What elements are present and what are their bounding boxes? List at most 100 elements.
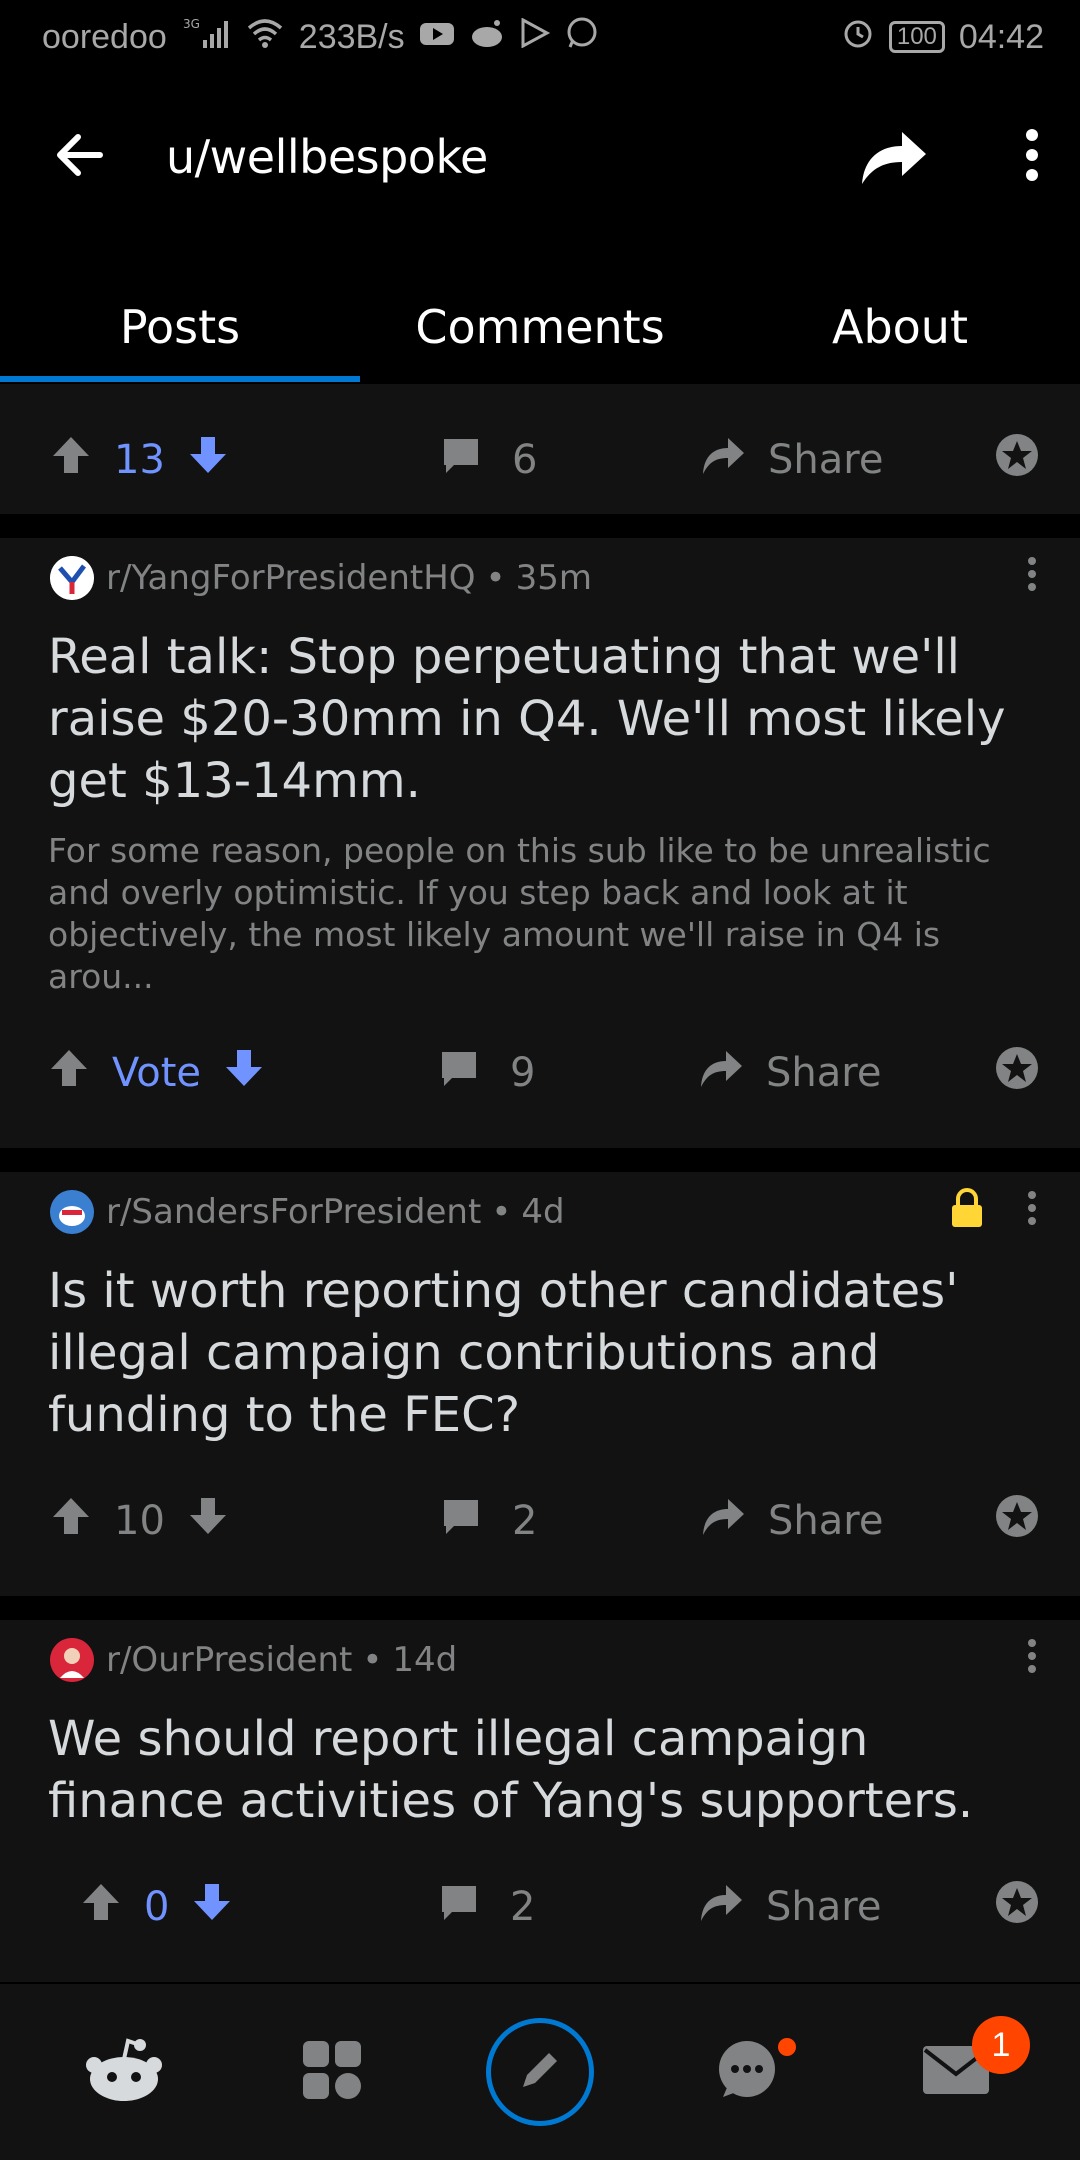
upvote-icon[interactable] — [48, 1047, 90, 1099]
post-actions: Vote 9 Share — [0, 998, 1080, 1148]
nav-create-post[interactable] — [470, 2002, 610, 2142]
carrier-label: ooredoo — [42, 17, 167, 56]
post-menu-icon[interactable] — [1026, 556, 1038, 601]
award-icon — [994, 1045, 1040, 1101]
comment-count: 9 — [510, 1050, 536, 1096]
create-post-button[interactable] — [486, 2018, 594, 2126]
share-profile-icon[interactable] — [858, 124, 928, 191]
post-age: 14d — [392, 1640, 458, 1680]
award-button[interactable] — [994, 1879, 1040, 1935]
play-store-icon — [519, 16, 551, 57]
comment-icon — [438, 1048, 480, 1098]
nav-home[interactable] — [54, 2002, 194, 2142]
nav-communities[interactable] — [262, 2002, 402, 2142]
comment-icon — [440, 435, 482, 485]
inbox-badge: 1 — [972, 2016, 1030, 2074]
comment-count: 2 — [510, 1884, 536, 1930]
award-button[interactable] — [994, 1493, 1040, 1549]
comments-button[interactable]: 2 — [440, 1496, 700, 1546]
post-divider — [0, 1148, 1080, 1172]
subreddit-avatar[interactable] — [50, 1190, 94, 1234]
clock: 04:42 — [958, 17, 1044, 56]
vote-group: 10 — [50, 1495, 440, 1547]
app-bar: u/wellbespoke — [0, 74, 1080, 240]
post-header: r/SandersForPresident • 4d — [0, 1172, 1080, 1252]
upvote-icon[interactable] — [50, 434, 92, 486]
post-card[interactable]: r/OurPresident • 14d We should report il… — [0, 1620, 1080, 1982]
award-icon — [994, 1493, 1040, 1549]
vote-count: 13 — [114, 437, 165, 483]
share-icon — [700, 1495, 746, 1547]
lock-icon — [950, 1187, 984, 1237]
reddit-notif-icon — [469, 18, 505, 57]
vote-count: 0 — [144, 1884, 170, 1930]
share-button[interactable]: Share — [698, 1881, 994, 1933]
post-title[interactable]: Real talk: Stop perpetuating that we'll … — [0, 618, 1080, 812]
bottom-navigation: 1 — [0, 1984, 1080, 2160]
post-actions: 10 2 Share — [0, 1446, 1080, 1596]
post-card[interactable]: r/YangForPresidentHQ • 35m Real talk: St… — [0, 538, 1080, 1148]
comment-icon — [440, 1496, 482, 1546]
subreddit-name[interactable]: r/OurPresident — [106, 1640, 352, 1680]
tab-posts[interactable]: Posts — [0, 270, 360, 384]
downvote-icon[interactable] — [187, 434, 229, 486]
share-button[interactable]: Share — [700, 1495, 994, 1547]
svg-text:3G: 3G — [183, 17, 200, 31]
subreddit-name[interactable]: r/YangForPresidentHQ — [106, 558, 476, 598]
status-left: ooredoo 3G 233B/s — [42, 16, 599, 59]
pencil-icon — [515, 2045, 565, 2100]
nav-inbox[interactable]: 1 — [886, 2002, 1030, 2142]
post-menu-icon[interactable] — [1026, 1190, 1038, 1235]
downvote-icon[interactable] — [223, 1047, 265, 1099]
grid-icon — [301, 2039, 363, 2106]
tab-comments[interactable]: Comments — [360, 270, 720, 384]
award-button[interactable] — [994, 1045, 1040, 1101]
post-preview: For some reason, people on this sub like… — [48, 831, 991, 996]
award-icon — [994, 432, 1040, 488]
post-age: 4d — [521, 1192, 565, 1232]
downvote-icon[interactable] — [191, 1881, 233, 1933]
chat-unread-dot — [778, 2038, 796, 2056]
profile-tabs: Posts Comments About — [0, 270, 1080, 384]
comments-button[interactable]: 6 — [440, 435, 700, 485]
back-arrow-icon[interactable] — [52, 127, 108, 188]
post-actions: 0 2 Share — [0, 1832, 1080, 1982]
post-divider — [0, 1596, 1080, 1620]
post-header: r/OurPresident • 14d — [0, 1620, 1080, 1700]
page-title: u/wellbespoke — [166, 130, 488, 184]
subreddit-avatar[interactable] — [50, 556, 94, 600]
post-menu-icon[interactable] — [1026, 1638, 1038, 1683]
more-options-icon[interactable] — [1024, 127, 1040, 188]
post-title[interactable]: Is it worth reporting other candidates' … — [0, 1252, 1080, 1446]
whatsapp-icon — [565, 16, 599, 59]
post-title[interactable]: We should report illegal campaign financ… — [0, 1700, 1080, 1832]
chat-icon — [715, 2039, 781, 2106]
award-button[interactable] — [994, 432, 1040, 488]
share-label: Share — [766, 1050, 882, 1096]
post-card[interactable]: r/SandersForPresident • 4d Is it worth r… — [0, 1172, 1080, 1596]
share-icon — [698, 1047, 744, 1099]
subreddit-name[interactable]: r/SandersForPresident — [106, 1192, 481, 1232]
truncated-post-body — [0, 384, 1080, 406]
vote-group: 13 — [50, 434, 440, 486]
subreddit-avatar[interactable] — [50, 1638, 94, 1682]
downvote-icon[interactable] — [187, 1495, 229, 1547]
share-button[interactable]: Share — [698, 1047, 994, 1099]
share-button[interactable]: Share — [700, 434, 994, 486]
share-label: Share — [766, 1884, 882, 1930]
comments-button[interactable]: 2 — [438, 1882, 698, 1932]
upvote-icon[interactable] — [80, 1881, 122, 1933]
wifi-icon — [245, 16, 285, 59]
upvote-icon[interactable] — [50, 1495, 92, 1547]
battery-icon: 100 — [888, 21, 945, 53]
award-icon — [994, 1879, 1040, 1935]
app-bar-actions — [858, 124, 1040, 191]
nav-chat[interactable] — [678, 2002, 818, 2142]
share-label: Share — [768, 1498, 884, 1544]
post-card[interactable]: 13 6 Share — [0, 384, 1080, 514]
tab-about[interactable]: About — [720, 270, 1080, 384]
vote-group: 0 — [80, 1881, 438, 1933]
comments-button[interactable]: 9 — [438, 1048, 698, 1098]
comment-count: 2 — [512, 1498, 538, 1544]
network-speed: 233B/s — [298, 17, 405, 56]
